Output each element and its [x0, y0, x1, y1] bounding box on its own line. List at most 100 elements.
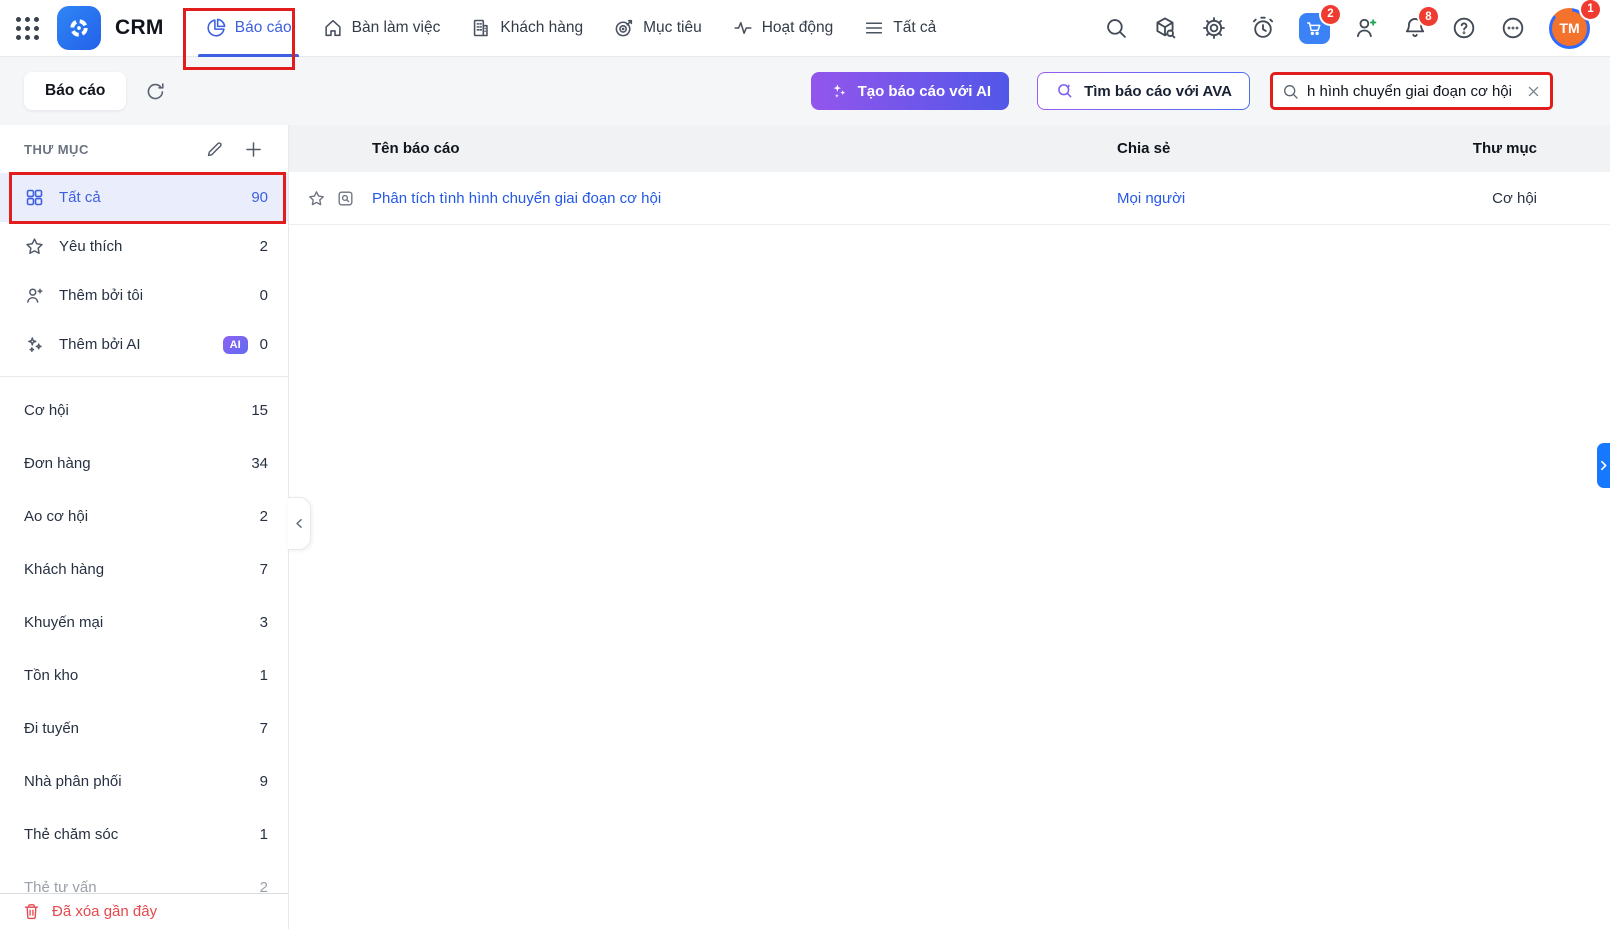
- notifications-badge: 8: [1419, 7, 1438, 26]
- search-sparkle-icon: [1058, 83, 1072, 98]
- target-icon: [615, 19, 633, 37]
- sparkles-icon: [24, 334, 46, 355]
- sidebar-item-count: 2: [259, 238, 268, 255]
- tab-muc-tieu[interactable]: Mục tiêu: [598, 0, 717, 57]
- column-header-share[interactable]: Chia sẻ: [1117, 140, 1377, 157]
- help-icon[interactable]: [1451, 15, 1477, 41]
- report-preview-icon[interactable]: [336, 189, 355, 208]
- sidebar-item-count: 0: [259, 287, 268, 304]
- notifications-bell-icon[interactable]: 8: [1402, 7, 1438, 41]
- header-actions: 2 8 TM 1: [1103, 0, 1600, 49]
- add-user-icon[interactable]: [1353, 15, 1379, 41]
- package-search-icon[interactable]: [1152, 15, 1178, 41]
- search-icon[interactable]: [1103, 15, 1129, 41]
- ai-badge: AI: [222, 335, 248, 354]
- folder-item-nha-phan-phoi[interactable]: Nhà phân phối 9: [0, 755, 288, 808]
- column-header-folder[interactable]: Thư mục: [1377, 140, 1537, 157]
- star-icon: [24, 236, 46, 257]
- create-report-ai-label: Tạo báo cáo với AI: [857, 82, 992, 100]
- trash-icon: [24, 904, 39, 920]
- avatar-badge: 1: [1581, 0, 1600, 19]
- cart-badge: 2: [1321, 4, 1340, 24]
- panel-expand-handle[interactable]: [1597, 443, 1610, 488]
- app-title: CRM: [115, 16, 164, 39]
- tab-hoat-dong[interactable]: Hoạt động: [717, 0, 849, 57]
- user-avatar[interactable]: TM 1: [1549, 0, 1600, 49]
- active-tab-underline: [197, 53, 299, 57]
- sidebar-item-label: Thêm bởi AI: [59, 336, 141, 353]
- sidebar-item-label: Yêu thích: [59, 238, 123, 255]
- folders-title: THƯ MỤC: [24, 141, 89, 157]
- find-report-ava-button[interactable]: Tìm báo cáo với AVA: [1037, 72, 1250, 110]
- user-plus-icon: [24, 285, 46, 306]
- sidebar-item-count: 0: [259, 336, 268, 353]
- table-row[interactable]: Phân tích tình hình chuyển giai đoạn cơ …: [289, 172, 1610, 225]
- tab-khach-hang[interactable]: Khách hàng: [455, 0, 598, 57]
- reports-toolbar: Báo cáo Tạo báo cáo với AI Tìm báo cáo v…: [0, 57, 1610, 125]
- sidebar-item-count: 90: [251, 189, 268, 206]
- folder-item-khach-hang[interactable]: Khách hàng 7: [0, 543, 288, 596]
- tab-label: Khách hàng: [500, 19, 584, 36]
- home-icon: [324, 19, 341, 37]
- crm-logo[interactable]: [57, 6, 101, 50]
- page-body: THƯ MỤC Tất cả 90 Yêu thích 2 Thêm bởi t…: [0, 125, 1610, 929]
- sidebar-item-added-by-me[interactable]: Thêm bởi tôi 0: [0, 271, 288, 320]
- report-search-input[interactable]: [1307, 82, 1519, 100]
- avatar-initials: TM: [1552, 10, 1587, 46]
- more-icon[interactable]: [1500, 15, 1526, 41]
- refresh-icon[interactable]: [144, 80, 167, 103]
- cart-app-icon[interactable]: 2: [1299, 4, 1340, 44]
- add-folder-icon[interactable]: [243, 139, 264, 160]
- main-tabs: Báo cáo Bàn làm việc Khách hàng Mục tiêu…: [190, 0, 952, 57]
- activity-icon: [734, 21, 752, 35]
- column-header-name[interactable]: Tên báo cáo: [372, 140, 1117, 157]
- top-nav-bar: CRM Báo cáo Bàn làm việc Khách hàng Mục …: [0, 0, 1610, 57]
- sidebar-item-all[interactable]: Tất cả 90: [0, 172, 288, 224]
- find-report-ava-label: Tìm báo cáo với AVA: [1084, 82, 1232, 100]
- menu-icon: [866, 22, 883, 34]
- sidebar-item-favorites[interactable]: Yêu thích 2: [0, 222, 288, 271]
- folder-item-khuyen-mai[interactable]: Khuyến mại 3: [0, 596, 288, 649]
- alarm-clock-icon[interactable]: [1250, 15, 1276, 41]
- sidebar-divider: [0, 376, 288, 377]
- tab-bao-cao[interactable]: Báo cáo: [190, 0, 307, 57]
- app-launcher-icon[interactable]: [16, 16, 39, 40]
- reports-table: Tên báo cáo Chia sẻ Thư mục Phân tích tì…: [289, 125, 1610, 929]
- folder-item-co-hoi[interactable]: Cơ hội 15: [0, 384, 288, 437]
- search-icon: [1284, 84, 1298, 99]
- chevron-right-icon: [1601, 460, 1607, 471]
- sparkles-icon: [833, 84, 845, 98]
- grid-icon: [24, 187, 46, 208]
- chevron-left-icon: [295, 519, 302, 528]
- edit-folders-icon[interactable]: [205, 139, 225, 159]
- tab-label: Tất cả: [893, 19, 937, 36]
- tab-label: Báo cáo: [234, 19, 292, 36]
- report-folder-cell: Cơ hội: [1492, 189, 1537, 207]
- recently-deleted-button[interactable]: Đã xóa gần đây: [0, 893, 288, 929]
- folders-sidebar: THƯ MỤC Tất cả 90 Yêu thích 2 Thêm bởi t…: [0, 125, 289, 929]
- tab-label: Bàn làm việc: [351, 19, 441, 36]
- folder-item-ao-co-hoi[interactable]: Ao cơ hội 2: [0, 490, 288, 543]
- folder-item-don-hang[interactable]: Đơn hàng 34: [0, 437, 288, 490]
- folder-item-the-cham-soc[interactable]: Thẻ chăm sóc 1: [0, 808, 288, 861]
- create-report-ai-button[interactable]: Tạo báo cáo với AI: [810, 72, 1010, 110]
- clear-search-icon[interactable]: [1526, 84, 1541, 99]
- folders-header: THƯ MỤC: [0, 125, 288, 173]
- tab-ban-lam-viec[interactable]: Bàn làm việc: [307, 0, 456, 57]
- sidebar-collapse-handle[interactable]: [288, 497, 311, 550]
- folder-item-ton-kho[interactable]: Tồn kho 1: [0, 649, 288, 702]
- tab-label: Hoạt động: [761, 19, 834, 36]
- favorite-star-icon[interactable]: [307, 189, 326, 208]
- tab-tat-ca[interactable]: Tất cả: [848, 0, 951, 57]
- report-share-link[interactable]: Mọi người: [1117, 190, 1377, 207]
- pie-chart-icon: [207, 18, 226, 37]
- sidebar-item-added-by-ai[interactable]: Thêm bởi AI AI 0: [0, 320, 288, 369]
- reports-page-button[interactable]: Báo cáo: [24, 72, 127, 110]
- building-icon: [474, 19, 489, 37]
- tab-label: Mục tiêu: [643, 19, 702, 36]
- folder-item-di-tuyen[interactable]: Đi tuyến 7: [0, 702, 288, 755]
- report-name-link[interactable]: Phân tích tình hình chuyển giai đoạn cơ …: [372, 190, 1117, 207]
- sidebar-item-label: Thêm bởi tôi: [59, 287, 144, 304]
- table-header-row: Tên báo cáo Chia sẻ Thư mục: [289, 125, 1610, 172]
- settings-gear-icon[interactable]: [1201, 15, 1227, 41]
